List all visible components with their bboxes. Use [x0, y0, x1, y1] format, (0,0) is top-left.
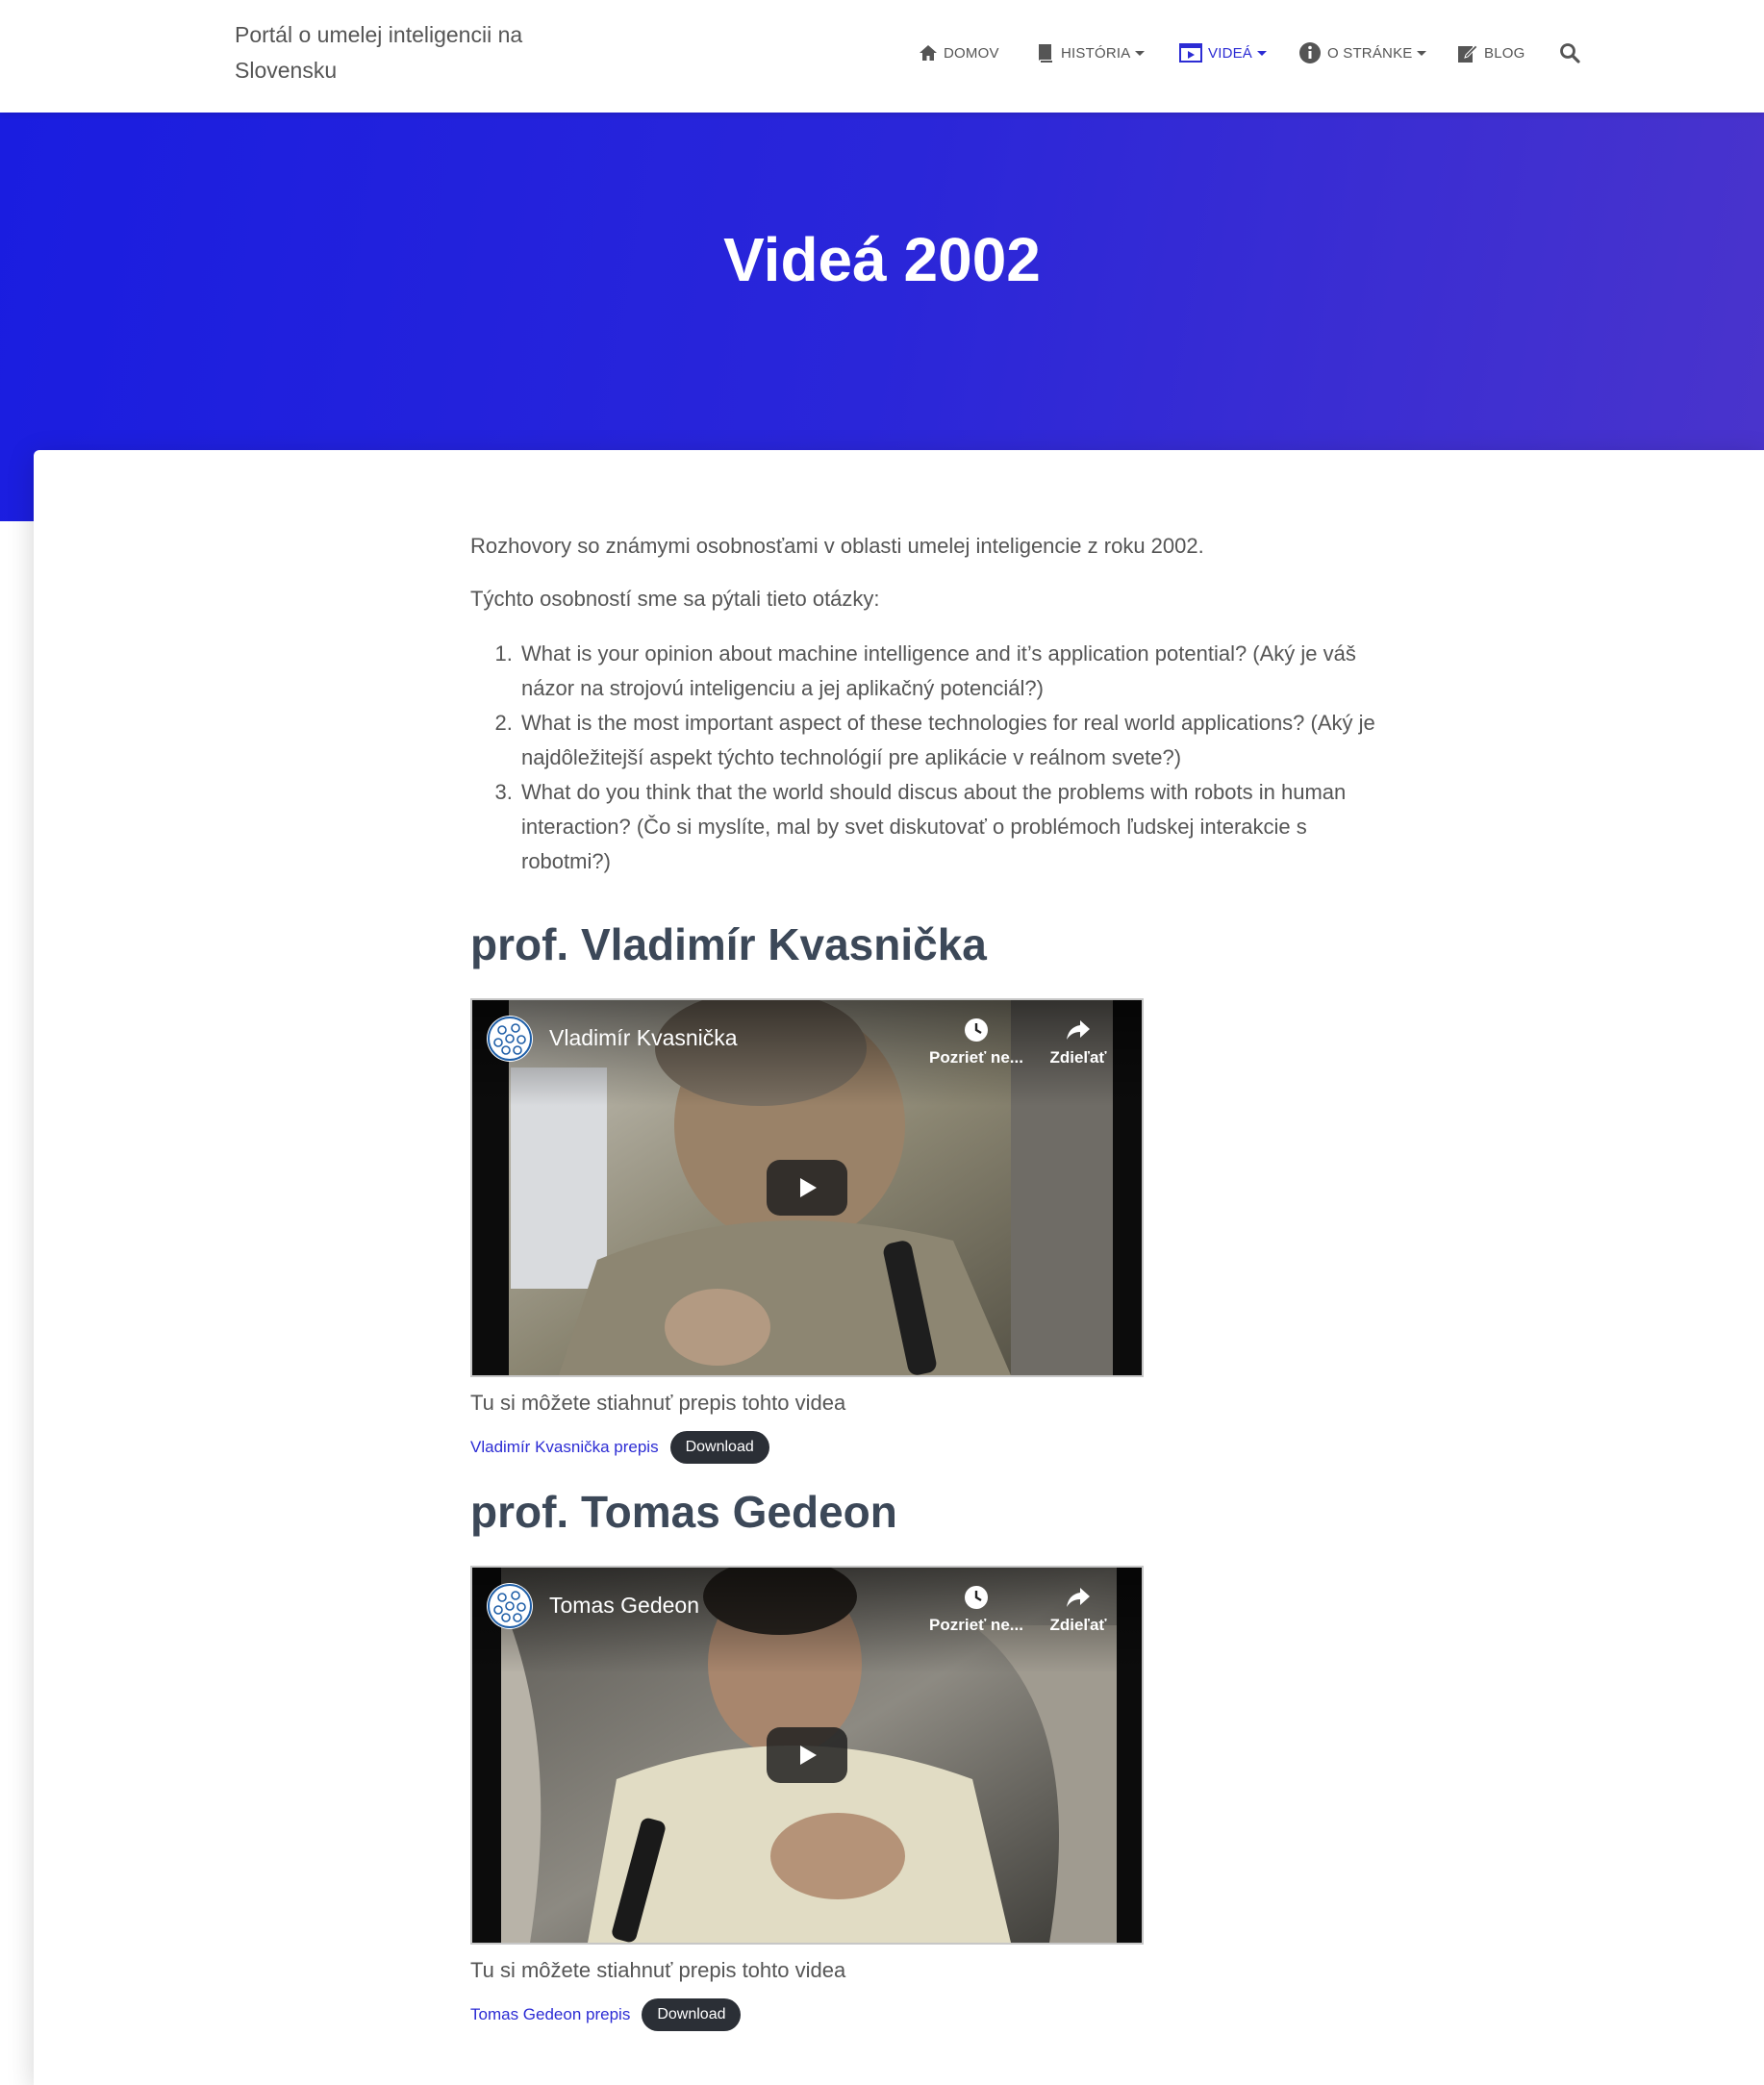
site-header: Portál o umelej inteligencii na Slovensk…	[0, 0, 1764, 113]
watch-later-label: Pozrieť ne...	[929, 1048, 1023, 1067]
clock-icon	[965, 1586, 988, 1609]
home-icon	[920, 45, 937, 61]
nav-item-historia[interactable]: HISTÓRIA	[1036, 38, 1146, 67]
video-player[interactable]: Vladimír Kvasnička Pozrieť ne... Zdieľať	[470, 998, 1144, 1377]
film-icon	[1179, 43, 1202, 63]
questions-intro: Týchto osobností sme sa pýtali tieto otá…	[470, 587, 880, 611]
download-button[interactable]: Download	[669, 1431, 769, 1464]
nav-label-domov: DOMOV	[944, 44, 999, 62]
nav-item-domov[interactable]: DOMOV	[919, 38, 999, 67]
question-item: What do you think that the world should …	[518, 775, 1394, 879]
page-title: Videá 2002	[723, 225, 1041, 294]
download-row: Vladimír Kvasnička prepis Download	[470, 1431, 1394, 1464]
download-row: Tomas Gedeon prepis Download	[470, 1998, 1394, 2031]
search-icon	[1560, 43, 1580, 63]
question-item: What is the most important aspect of the…	[518, 706, 1394, 775]
video-title[interactable]: Vladimír Kvasnička	[549, 1025, 738, 1051]
site-brand[interactable]: Portál o umelej inteligencii na Slovensk…	[235, 17, 562, 88]
share-button[interactable]: Zdieľať	[1030, 1017, 1126, 1068]
play-button[interactable]	[767, 1160, 847, 1216]
watch-later-label: Pozrieť ne...	[929, 1616, 1023, 1634]
video-player[interactable]: Tomas Gedeon Pozrieť ne... Zdieľať	[470, 1566, 1144, 1945]
question-item: What is your opinion about machine intel…	[518, 637, 1394, 706]
watch-later-button[interactable]: Pozrieť ne...	[928, 1585, 1024, 1635]
person-heading: prof. Tomas Gedeon	[470, 1487, 897, 1537]
transcript-link[interactable]: Vladimír Kvasnička prepis	[470, 1438, 659, 1457]
share-label: Zdieľať	[1049, 1048, 1107, 1067]
search-button[interactable]	[1559, 38, 1586, 67]
info-icon	[1299, 42, 1321, 63]
chevron-down-icon	[1135, 50, 1146, 56]
nav-item-videa[interactable]: VIDEÁ	[1179, 38, 1268, 67]
nav-item-blog[interactable]: BLOG	[1457, 38, 1525, 67]
nav-item-o-stranke[interactable]: O STRÁNKE	[1298, 38, 1427, 67]
chevron-down-icon	[1417, 50, 1427, 56]
play-button[interactable]	[767, 1727, 847, 1783]
share-icon	[1067, 1588, 1090, 1607]
share-button[interactable]: Zdieľať	[1030, 1585, 1126, 1635]
download-button[interactable]: Download	[642, 1998, 742, 2031]
watch-later-button[interactable]: Pozrieť ne...	[928, 1017, 1024, 1068]
share-icon	[1067, 1020, 1090, 1040]
article-content: Rozhovory so známymi osobnosťami v oblas…	[470, 531, 1394, 2054]
chevron-down-icon	[1257, 50, 1268, 56]
transcript-caption: Tu si môžete stiahnuť prepis tohto videa	[470, 1391, 846, 1415]
intro-paragraph: Rozhovory so známymi osobnosťami v oblas…	[470, 534, 1204, 558]
nav-label-historia: HISTÓRIA	[1061, 44, 1131, 62]
share-label: Zdieľať	[1049, 1616, 1107, 1634]
transcript-link[interactable]: Tomas Gedeon prepis	[470, 2005, 630, 2024]
nav-label-o-stranke: O STRÁNKE	[1327, 44, 1413, 62]
edit-icon	[1458, 44, 1478, 63]
person-heading: prof. Vladimír Kvasnička	[470, 919, 987, 969]
transcript-caption: Tu si môžete stiahnuť prepis tohto videa	[470, 1958, 846, 1982]
questions-list: What is your opinion about machine intel…	[470, 637, 1394, 879]
channel-logo-icon	[487, 1016, 533, 1062]
nav-label-blog: BLOG	[1484, 44, 1525, 62]
main-content-card: Rozhovory so známymi osobnosťami v oblas…	[34, 450, 1764, 2085]
clock-icon	[965, 1018, 988, 1042]
video-title[interactable]: Tomas Gedeon	[549, 1593, 699, 1619]
nav-label-videa: VIDEÁ	[1208, 44, 1253, 62]
channel-logo-icon	[487, 1583, 533, 1629]
book-icon	[1039, 44, 1052, 63]
